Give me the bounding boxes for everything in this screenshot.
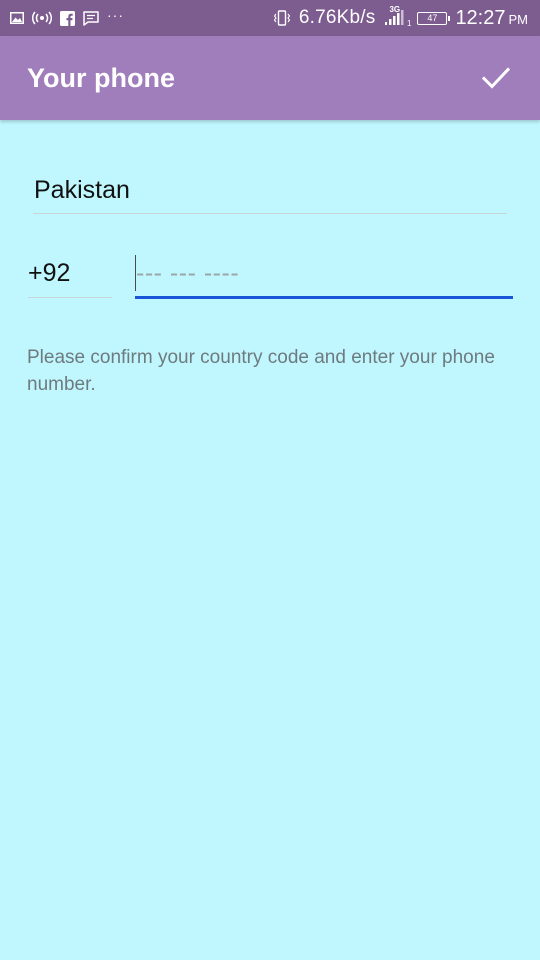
confirm-button[interactable] <box>478 60 514 96</box>
gallery-icon <box>10 12 24 24</box>
battery-level: 47 <box>427 13 438 23</box>
hotspot-icon <box>32 11 52 25</box>
clock-ampm: PM <box>508 11 529 27</box>
more-notifications-icon: ··· <box>107 7 124 23</box>
message-icon <box>83 10 99 26</box>
status-bar: ··· 6.76Kb/s 3G 1 47 12:27 PM <box>0 0 540 36</box>
battery-icon: 47 <box>417 11 451 25</box>
network-type-label: 3G <box>389 5 401 14</box>
status-left: ··· <box>10 7 124 26</box>
phone-number-input[interactable] <box>136 256 506 290</box>
phone-number-field[interactable] <box>135 250 513 299</box>
status-right: 6.76Kb/s 3G 1 47 12:27 PM <box>273 5 528 30</box>
sim-slot-label: 1 <box>406 19 412 28</box>
checkmark-icon <box>482 67 510 89</box>
clock: 12:27 PM <box>455 7 528 30</box>
country-code-field[interactable]: +92 <box>28 248 112 298</box>
page-title: Your phone <box>27 62 175 93</box>
network-speed: 6.76Kb/s <box>298 7 376 28</box>
country-name: Pakistan <box>34 176 130 204</box>
vibrate-icon <box>273 10 291 26</box>
clock-time: 12:27 <box>455 6 506 29</box>
app-toolbar: Your phone <box>0 36 540 120</box>
country-code-value: +92 <box>28 259 71 287</box>
signal-icon: 3G 1 <box>383 5 412 28</box>
country-selector[interactable]: Pakistan <box>33 166 507 214</box>
facebook-icon <box>60 10 75 26</box>
instruction-text: Please confirm your country code and ent… <box>27 347 495 395</box>
